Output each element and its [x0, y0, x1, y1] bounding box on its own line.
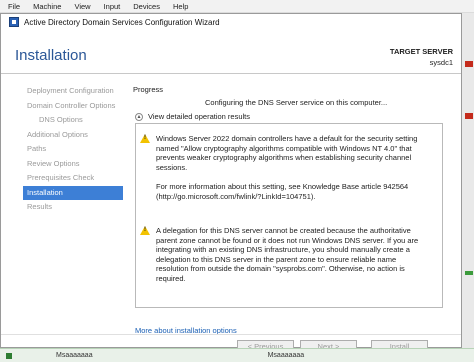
host-menu-view[interactable]: View [74, 2, 90, 11]
nav-item-results[interactable]: Results [23, 200, 123, 215]
host-cell: Msaaaaaaa [56, 352, 93, 359]
nav-item-additional-options[interactable]: Additional Options [23, 128, 123, 143]
wizard-window: Active Directory Domain Services Configu… [0, 13, 462, 354]
warning-icon: ! [140, 134, 150, 143]
footer-divider [1, 334, 461, 335]
host-background-strip [462, 13, 474, 362]
target-server-name: sysdc1 [429, 58, 453, 67]
header-divider [1, 73, 461, 74]
target-server: TARGET SERVER sysdc1 [390, 46, 453, 68]
details-toggle[interactable]: ▴ View detailed operation results [135, 112, 250, 121]
host-cell: Msaaaaaaa [267, 352, 305, 359]
host-background-table: Msaaaaaaa Msaaaaaaa [0, 348, 474, 362]
window-title: Active Directory Domain Services Configu… [24, 17, 220, 27]
page-title: Installation [15, 47, 87, 64]
host-red-marker [465, 61, 473, 67]
progress-panel: Progress Configuring the DNS Server serv… [133, 85, 453, 335]
warning-text: Windows Server 2022 domain controllers h… [156, 134, 418, 201]
warning-text: A delegation for this DNS server cannot … [156, 226, 419, 283]
title-bar[interactable]: Active Directory Domain Services Configu… [1, 14, 461, 30]
host-green-marker [465, 271, 473, 275]
nav-item-paths[interactable]: Paths [23, 142, 123, 157]
target-server-label: TARGET SERVER [389, 47, 453, 56]
warning-message: ! Windows Server 2022 domain controllers… [140, 134, 430, 201]
nav-item-deployment-configuration[interactable]: Deployment Configuration [23, 84, 123, 99]
status-check-icon [6, 352, 12, 359]
operation-results-box[interactable]: ! Windows Server 2022 domain controllers… [135, 123, 443, 308]
host-menu-devices[interactable]: Devices [133, 2, 160, 11]
host-menu-help[interactable]: Help [173, 2, 188, 11]
warning-icon: ! [140, 226, 150, 235]
chevron-up-icon[interactable]: ▴ [135, 112, 143, 121]
host-menu-machine[interactable]: Machine [33, 2, 61, 11]
nav-item-review-options[interactable]: Review Options [23, 157, 123, 172]
nav-item-installation[interactable]: Installation [23, 185, 123, 200]
nav-item-dns-options[interactable]: DNS Options [23, 113, 123, 128]
warning-message: ! A delegation for this DNS server canno… [140, 226, 430, 284]
app-icon [9, 17, 19, 27]
nav-item-prerequisites-check[interactable]: Prerequisites Check [23, 171, 123, 186]
host-menu-file[interactable]: File [8, 2, 20, 11]
host-menu-input[interactable]: Input [104, 2, 121, 11]
host-menubar: File Machine View Input Devices Help [0, 0, 474, 13]
wizard-nav: Deployment Configuration Domain Controll… [23, 84, 123, 215]
details-toggle-label: View detailed operation results [148, 112, 251, 121]
progress-label: Progress [133, 85, 164, 94]
nav-item-domain-controller-options[interactable]: Domain Controller Options [23, 99, 123, 114]
host-red-marker [465, 113, 473, 119]
progress-status: Configuring the DNS Server service on th… [205, 98, 388, 107]
